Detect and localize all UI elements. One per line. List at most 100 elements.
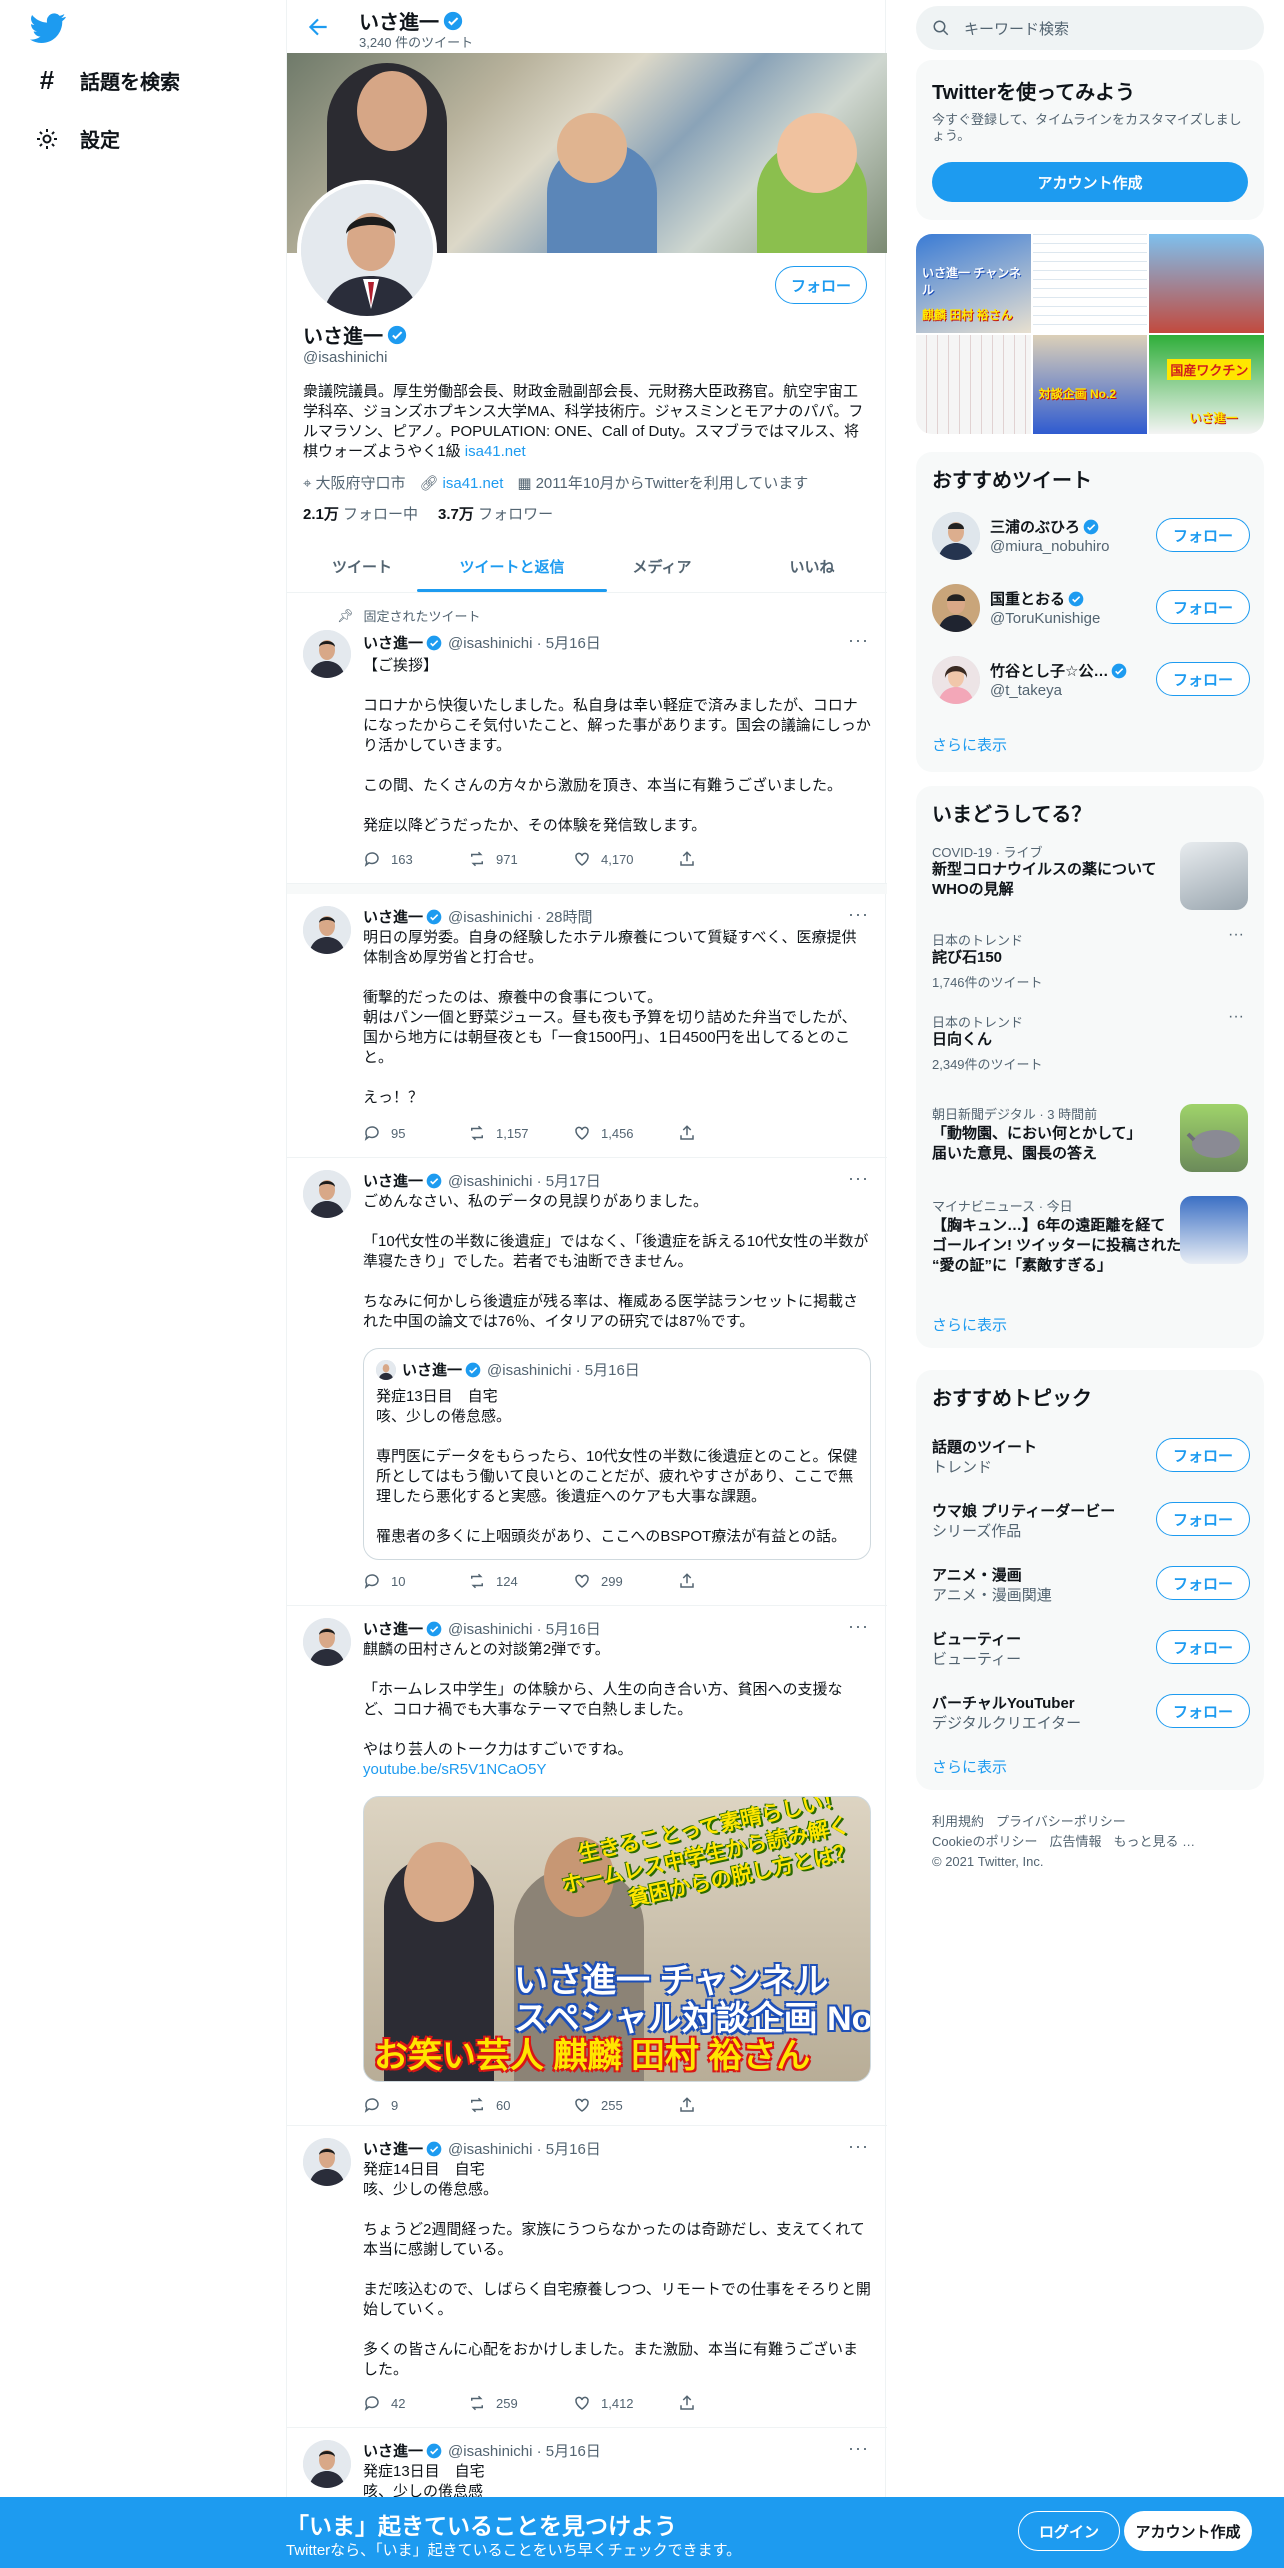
media-thumbnail[interactable] [916, 335, 1031, 434]
login-button[interactable]: ログイン [1018, 2511, 1120, 2551]
tweet[interactable]: いさ進一 @isashinichi · 5月17日 ··· ごめんなさい、私のデ… [287, 1158, 887, 1606]
like-button[interactable]: 255 [573, 2096, 678, 2114]
more-options-icon[interactable]: ··· [848, 2136, 869, 2157]
more-options-icon[interactable]: ··· [848, 1616, 869, 1637]
follow-button[interactable]: フォロー [1156, 1438, 1250, 1472]
back-arrow-icon[interactable] [305, 14, 331, 40]
more-options-icon[interactable]: ··· [848, 2438, 869, 2459]
reply-button[interactable]: 95 [363, 1124, 468, 1142]
recommended-account[interactable]: 三浦のぶひろ @miura_nobuhiro フォロー [916, 500, 1264, 572]
trend-item[interactable]: マイナビニュース · 今日 【胸キュン…】6年の遠距離を経て ゴールイン! ツイ… [916, 1190, 1264, 1290]
create-account-button[interactable]: アカウント作成 [932, 162, 1248, 202]
author-name[interactable]: いさ進一 [363, 632, 423, 653]
follow-button[interactable]: フォロー [1156, 1694, 1250, 1728]
footer-terms-link[interactable]: 利用規約 [932, 1814, 984, 1829]
tab-likes[interactable]: いいね [737, 540, 887, 592]
follow-button[interactable]: フォロー [1156, 1502, 1250, 1536]
twitter-logo-icon[interactable] [30, 10, 66, 46]
author-name[interactable]: いさ進一 [363, 1618, 423, 1639]
tab-tweets[interactable]: ツイート [287, 540, 437, 592]
avatar[interactable] [303, 2138, 351, 2186]
profile-avatar[interactable] [297, 180, 437, 320]
more-options-icon[interactable]: ··· [848, 1168, 869, 1189]
media-thumbnail[interactable] [1149, 234, 1264, 333]
retweet-button[interactable]: 259 [468, 2394, 573, 2412]
signup-button[interactable]: アカウント作成 [1124, 2511, 1252, 2551]
recommended-account[interactable]: 竹谷とし子☆公… @t_takeya フォロー [916, 644, 1264, 716]
like-button[interactable]: 299 [573, 1572, 678, 1590]
like-button[interactable]: 4,170 [573, 850, 678, 868]
trend-item[interactable]: 日本のトレンド 日向くん 2,349件のツイート ··· [916, 1008, 1264, 1088]
tweet[interactable]: 📌︎ 固定されたツイート いさ進一 @isashinichi · 5月16日 ·… [287, 594, 887, 884]
media-thumbnail[interactable] [1032, 234, 1148, 333]
share-button[interactable] [678, 2096, 783, 2114]
retweet-button[interactable]: 1,157 [468, 1124, 573, 1142]
author-name[interactable]: いさ進一 [363, 2138, 423, 2159]
trend-item[interactable]: 日本のトレンド 詫び石150 1,746件のツイート ··· [916, 926, 1264, 1006]
footer-privacy-link[interactable]: プライバシーポリシー [996, 1814, 1126, 1829]
follow-button[interactable]: フォロー [1156, 1566, 1250, 1600]
avatar[interactable] [303, 630, 351, 678]
share-button[interactable] [678, 1124, 783, 1142]
topic-item[interactable]: ビューティー ビューティー フォロー [916, 1616, 1264, 1680]
more-options-icon[interactable]: ··· [848, 630, 869, 651]
author-name[interactable]: いさ進一 [363, 2440, 423, 2461]
more-options-icon[interactable]: ··· [1228, 926, 1244, 944]
avatar[interactable] [303, 906, 351, 954]
nav-settings[interactable]: 設定 [34, 124, 120, 153]
author-name[interactable]: いさ進一 [363, 906, 423, 927]
trend-item[interactable]: COVID-19 · ライブ 新型コロナウイルスの薬について WHOの見解 [916, 834, 1264, 918]
footer-cookie-link[interactable]: Cookieのポリシー [932, 1834, 1037, 1849]
reply-button[interactable]: 9 [363, 2096, 468, 2114]
share-button[interactable] [678, 850, 783, 868]
follow-button[interactable]: フォロー [1156, 590, 1250, 624]
media-thumbnail[interactable]: 対談企画 No.2 [1032, 335, 1148, 434]
avatar[interactable] [303, 1170, 351, 1218]
avatar[interactable] [303, 1618, 351, 1666]
reply-button[interactable]: 10 [363, 1572, 468, 1590]
followers-link[interactable]: 3.7万 フォロワー [438, 503, 553, 524]
footer-ads-link[interactable]: 広告情報 [1049, 1834, 1101, 1849]
topic-item[interactable]: ウマ娘 プリティーダービー シリーズ作品 フォロー [916, 1488, 1264, 1552]
media-thumbnail[interactable]: いさ進一 チャンネル 麒麟 田村 裕さん [916, 234, 1031, 333]
tweet-media-image[interactable]: 生きることって素晴らしい！ ホームレス中学生から読み解く 貧困からの脱し方とは？… [363, 1796, 871, 2082]
like-button[interactable]: 1,412 [573, 2394, 678, 2412]
trend-item[interactable]: 朝日新聞デジタル · 3 時間前 「動物園、におい何とかして」 届いた意見、園長… [916, 1098, 1264, 1182]
quoted-tweet[interactable]: いさ進一 @isashinichi · 5月16日 発症13日目 自宅 咳、少し… [363, 1348, 871, 1560]
more-options-icon[interactable]: ··· [1228, 1008, 1244, 1026]
following-link[interactable]: 2.1万 フォロー中 [303, 503, 418, 524]
tab-media[interactable]: メディア [587, 540, 737, 592]
follow-button[interactable]: フォロー [1156, 662, 1250, 696]
tweet-link[interactable]: youtube.be/sR5V1NCaO5Y [363, 1760, 871, 1780]
author-name[interactable]: いさ進一 [363, 1170, 423, 1191]
follow-button[interactable]: フォロー [1156, 518, 1250, 552]
retweet-button[interactable]: 60 [468, 2096, 573, 2114]
tab-tweets-and-replies[interactable]: ツイートと返信 [437, 540, 587, 592]
bio-link[interactable]: isa41.net [465, 443, 526, 460]
like-button[interactable]: 1,456 [573, 1124, 678, 1142]
topic-item[interactable]: バーチャルYouTuber デジタルクリエイター フォロー [916, 1680, 1264, 1744]
more-options-icon[interactable]: ··· [848, 904, 869, 925]
show-more-link[interactable]: さらに表示 [932, 1756, 1007, 1777]
share-button[interactable] [678, 2394, 783, 2412]
follow-button[interactable]: フォロー [775, 266, 867, 304]
show-more-link[interactable]: さらに表示 [932, 734, 1007, 755]
search-box[interactable]: キーワード検索 [916, 6, 1264, 50]
retweet-button[interactable]: 971 [468, 850, 573, 868]
tweet[interactable]: いさ進一 @isashinichi · 5月16日 ··· 麒麟の田村さんとの対… [287, 1606, 887, 2126]
topic-item[interactable]: アニメ・漫画 アニメ・漫画関連 フォロー [916, 1552, 1264, 1616]
share-button[interactable] [678, 1572, 783, 1590]
topic-item[interactable]: 話題のツイート トレンド フォロー [916, 1424, 1264, 1488]
search-input[interactable]: キーワード検索 [964, 18, 1069, 39]
nav-explore[interactable]: # 話題を検索 [34, 65, 180, 95]
reply-button[interactable]: 42 [363, 2394, 468, 2412]
website-link[interactable]: isa41.net [443, 475, 504, 492]
show-more-link[interactable]: さらに表示 [932, 1314, 1007, 1335]
tweet[interactable]: いさ進一 @isashinichi · 28時間 ··· 明日の厚労委。自身の経… [287, 894, 887, 1158]
follow-button[interactable]: フォロー [1156, 1630, 1250, 1664]
reply-button[interactable]: 163 [363, 850, 468, 868]
recommended-account[interactable]: 国重とおる @ToruKunishige フォロー [916, 572, 1264, 644]
tweet[interactable]: いさ進一 @isashinichi · 5月16日 ··· 発症14日目 自宅 … [287, 2126, 887, 2428]
footer-more-link[interactable]: もっと見る … [1113, 1834, 1195, 1849]
media-thumbnail[interactable]: 国産ワクチン いさ進一 [1149, 335, 1264, 434]
